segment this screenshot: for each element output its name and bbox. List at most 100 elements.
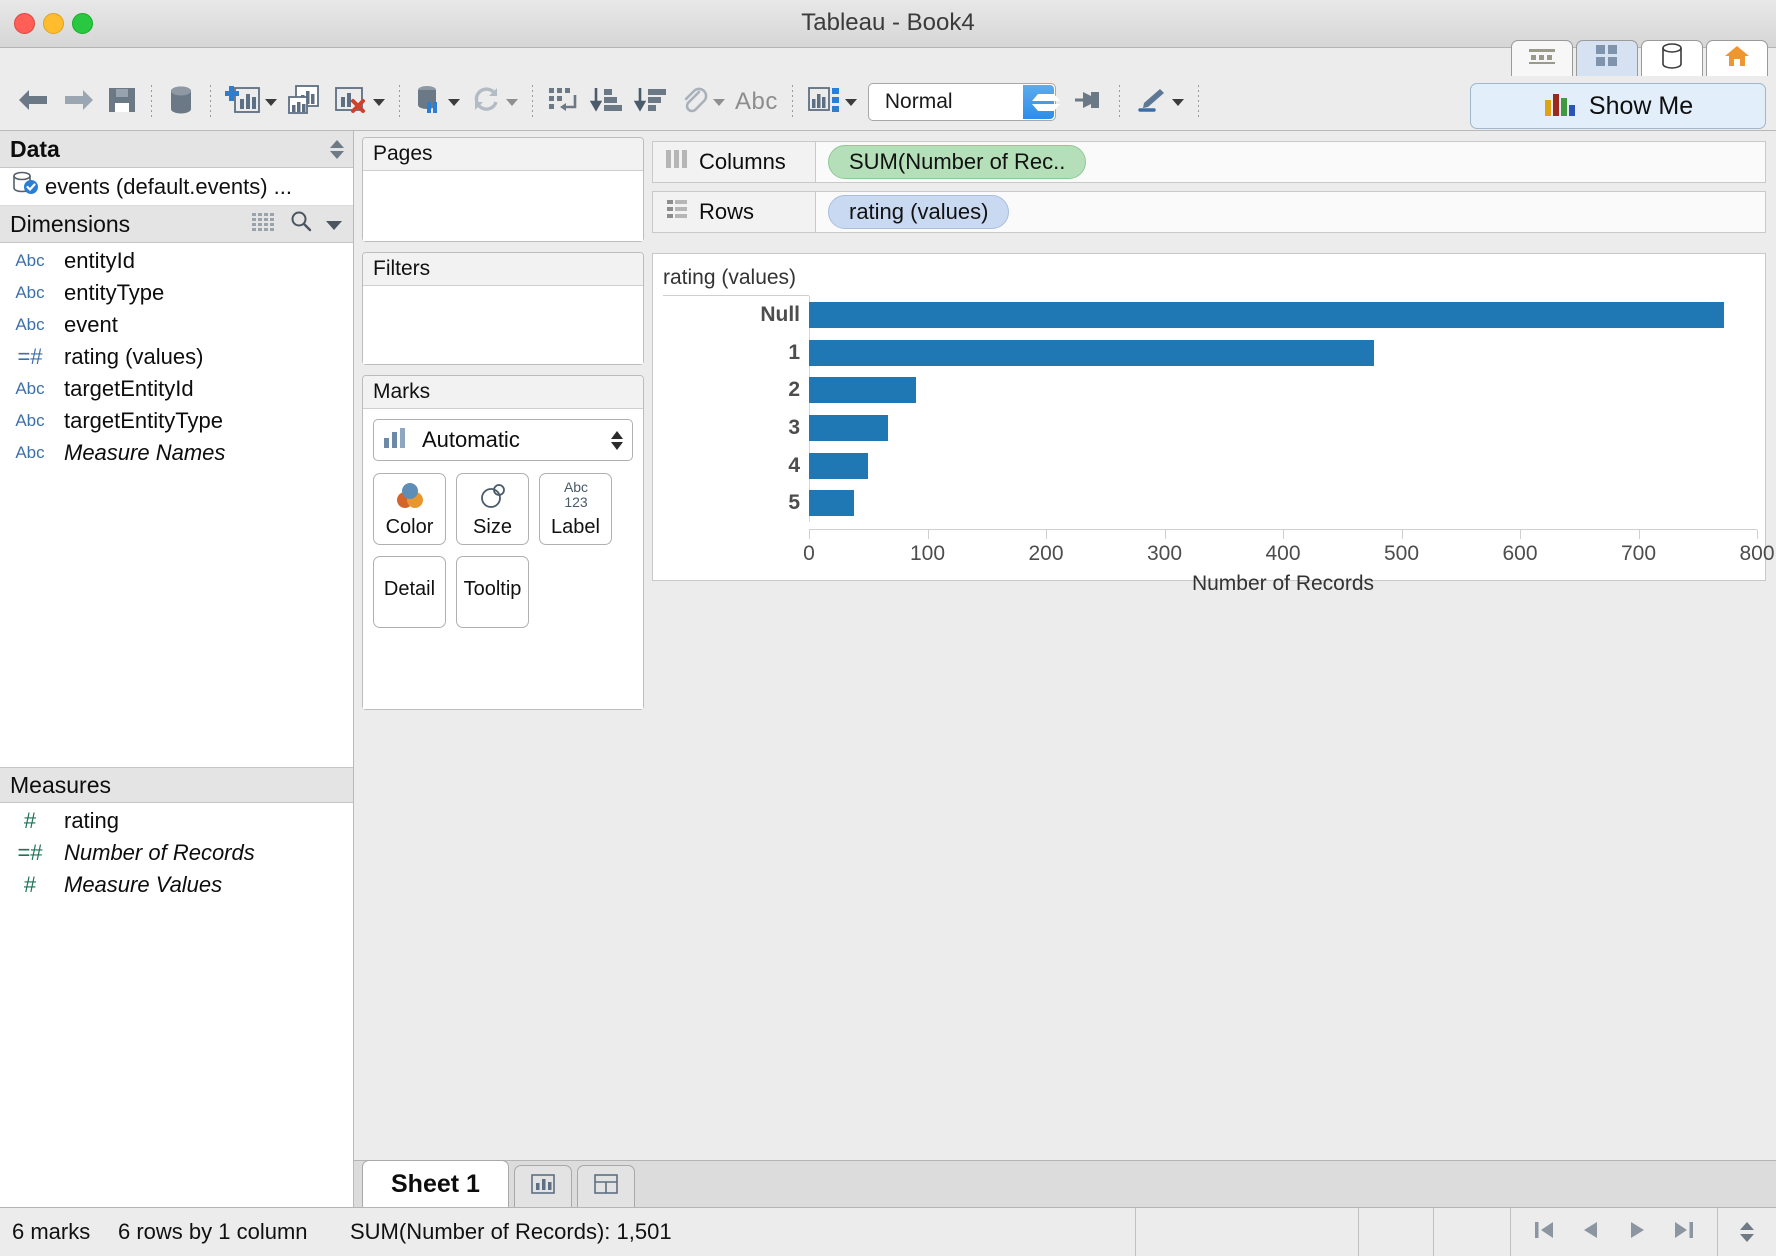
bar-mark[interactable] (809, 452, 869, 479)
field-name: event (64, 312, 118, 337)
database-connected-icon (12, 171, 40, 202)
fix-axes-button[interactable] (1068, 79, 1110, 125)
show-mark-labels-button[interactable]: Abc (730, 79, 783, 125)
data-swap-icon (414, 85, 444, 120)
rows-shelf-label: Rows (699, 199, 755, 224)
dimension-item[interactable]: Abc Measure Names (0, 437, 353, 469)
columns-shelf-drop[interactable]: SUM(Number of Rec.. (816, 141, 1766, 183)
datasource-row[interactable]: events (default.events) ... (0, 168, 353, 206)
label-shelf-button[interactable]: Abc 123 Label (539, 473, 612, 545)
dimension-item[interactable]: Abc event (0, 309, 353, 341)
format-button[interactable] (1129, 79, 1189, 125)
x-axis-tick-label: 700 (1620, 542, 1657, 565)
columns-pill[interactable]: SUM(Number of Rec.. (828, 145, 1087, 179)
swap-data-source-button[interactable] (409, 79, 465, 125)
columns-shelf-label-area: Columns (652, 141, 816, 183)
dimension-item[interactable]: =# rating (values) (0, 341, 353, 373)
measure-item[interactable]: # rating (0, 805, 353, 837)
mark-type-stepper[interactable] (611, 430, 623, 450)
columns-shelf: Columns SUM(Number of Rec.. (652, 141, 1766, 183)
bar-mark[interactable] (809, 377, 916, 404)
chevron-down-icon[interactable] (506, 98, 518, 106)
datasource-tab[interactable] (1641, 40, 1703, 76)
dashboard-tab[interactable] (1576, 40, 1638, 76)
sheet-tab-active[interactable]: Sheet 1 (362, 1160, 509, 1207)
bar-plot: Null 1 2 3 4 5 (760, 296, 1757, 522)
dimension-item[interactable]: Abc entityType (0, 277, 353, 309)
first-page-icon[interactable] (1533, 1220, 1555, 1245)
field-type-icon: # (23, 808, 37, 833)
toolbar-divider (532, 85, 533, 119)
shelves: Columns SUM(Number of Rec.. Rows rating … (652, 141, 1766, 241)
bar-mark[interactable] (809, 339, 1375, 366)
bar-mark[interactable] (809, 490, 855, 517)
mark-type-select[interactable]: Automatic (373, 419, 633, 461)
chevron-down-icon[interactable] (713, 98, 725, 106)
stepper-down-icon (1740, 1234, 1754, 1242)
labels-abc-icon: Abc (735, 88, 778, 115)
dimension-item[interactable]: Abc entityId (0, 245, 353, 277)
last-page-icon[interactable] (1673, 1220, 1695, 1245)
header-divider (663, 295, 809, 296)
data-pane: Data events (default.events) ... Dimensi… (0, 131, 354, 1207)
highlight-icon (677, 85, 709, 120)
filters-drop-zone[interactable] (363, 286, 643, 364)
visualization-canvas[interactable]: rating (values) Null 1 2 3 4 5 0 100 200 300 400 5… (652, 253, 1775, 595)
connect-data-button[interactable] (161, 79, 201, 125)
x-axis-title: Number of Records (1191, 572, 1375, 595)
field-name: Measure Names (64, 440, 226, 465)
home-tab[interactable] (1706, 40, 1768, 76)
clear-sheet-button[interactable] (328, 79, 390, 125)
previous-page-icon[interactable] (1581, 1220, 1601, 1245)
rows-pill[interactable]: rating (values) (828, 195, 1010, 229)
chevron-down-icon[interactable] (373, 98, 385, 106)
group-by-folder-icon[interactable] (252, 211, 278, 238)
swap-rows-columns-button[interactable] (542, 79, 584, 125)
fit-stepper[interactable] (1022, 85, 1061, 119)
measure-item[interactable]: =# Number of Records (0, 837, 353, 869)
new-dashboard-tab-button[interactable] (576, 1165, 635, 1207)
rows-shelf-drop[interactable]: rating (values) (816, 191, 1766, 233)
data-pane-sort-toggle[interactable] (330, 139, 344, 159)
fit-chart-button[interactable] (802, 79, 862, 125)
duplicate-sheet-button[interactable] (282, 79, 328, 125)
sort-descending-button[interactable] (628, 79, 672, 125)
chevron-down-icon[interactable] (265, 98, 277, 106)
field-name: entityId (64, 248, 135, 273)
bar-mark[interactable] (809, 301, 1724, 328)
new-worksheet-tab-button[interactable] (513, 1165, 572, 1207)
dimension-item[interactable]: Abc targetEntityType (0, 405, 353, 437)
tableau-window: Tableau - Book4 Abc Normal Show Me Data … (0, 0, 1776, 1256)
forward-button[interactable] (56, 79, 102, 125)
next-page-icon[interactable] (1627, 1220, 1647, 1245)
x-axis-tick-label: 400 (1265, 542, 1301, 565)
show-me-button[interactable]: Show Me (1470, 83, 1766, 129)
color-shelf-button[interactable]: Color (373, 473, 446, 545)
back-button[interactable] (10, 79, 56, 125)
dimension-item[interactable]: Abc targetEntityId (0, 373, 353, 405)
chevron-down-icon[interactable] (324, 211, 344, 238)
refresh-button[interactable] (465, 79, 523, 125)
save-button[interactable] (102, 79, 142, 125)
new-worksheet-button[interactable] (220, 79, 282, 125)
page-stepper[interactable] (1718, 1222, 1776, 1242)
stepper-down-icon (1032, 103, 1061, 111)
highlight-button[interactable] (672, 79, 730, 125)
detail-shelf-button[interactable]: Detail (373, 556, 446, 628)
color-shelf-label: Color (385, 516, 434, 538)
chevron-down-icon[interactable] (844, 98, 857, 106)
data-pane-title: Data (10, 135, 60, 162)
tooltip-shelf-button[interactable]: Tooltip (456, 556, 529, 628)
measure-item[interactable]: # Measure Values (0, 869, 353, 901)
fit-select[interactable]: Normal (867, 83, 1061, 121)
chevron-down-icon[interactable] (448, 98, 460, 106)
search-icon[interactable] (290, 210, 312, 238)
sort-ascending-button[interactable] (584, 79, 628, 125)
bar-mark[interactable] (809, 414, 889, 441)
worksheet-tab[interactable] (1511, 40, 1573, 76)
shelf-cards-column: Pages Filters Marks Automatic Color Size… (362, 137, 644, 720)
size-shelf-button[interactable]: Size (456, 473, 529, 545)
pages-drop-zone[interactable] (363, 171, 643, 241)
status-divider (1135, 1207, 1136, 1256)
chevron-down-icon[interactable] (1171, 98, 1184, 106)
